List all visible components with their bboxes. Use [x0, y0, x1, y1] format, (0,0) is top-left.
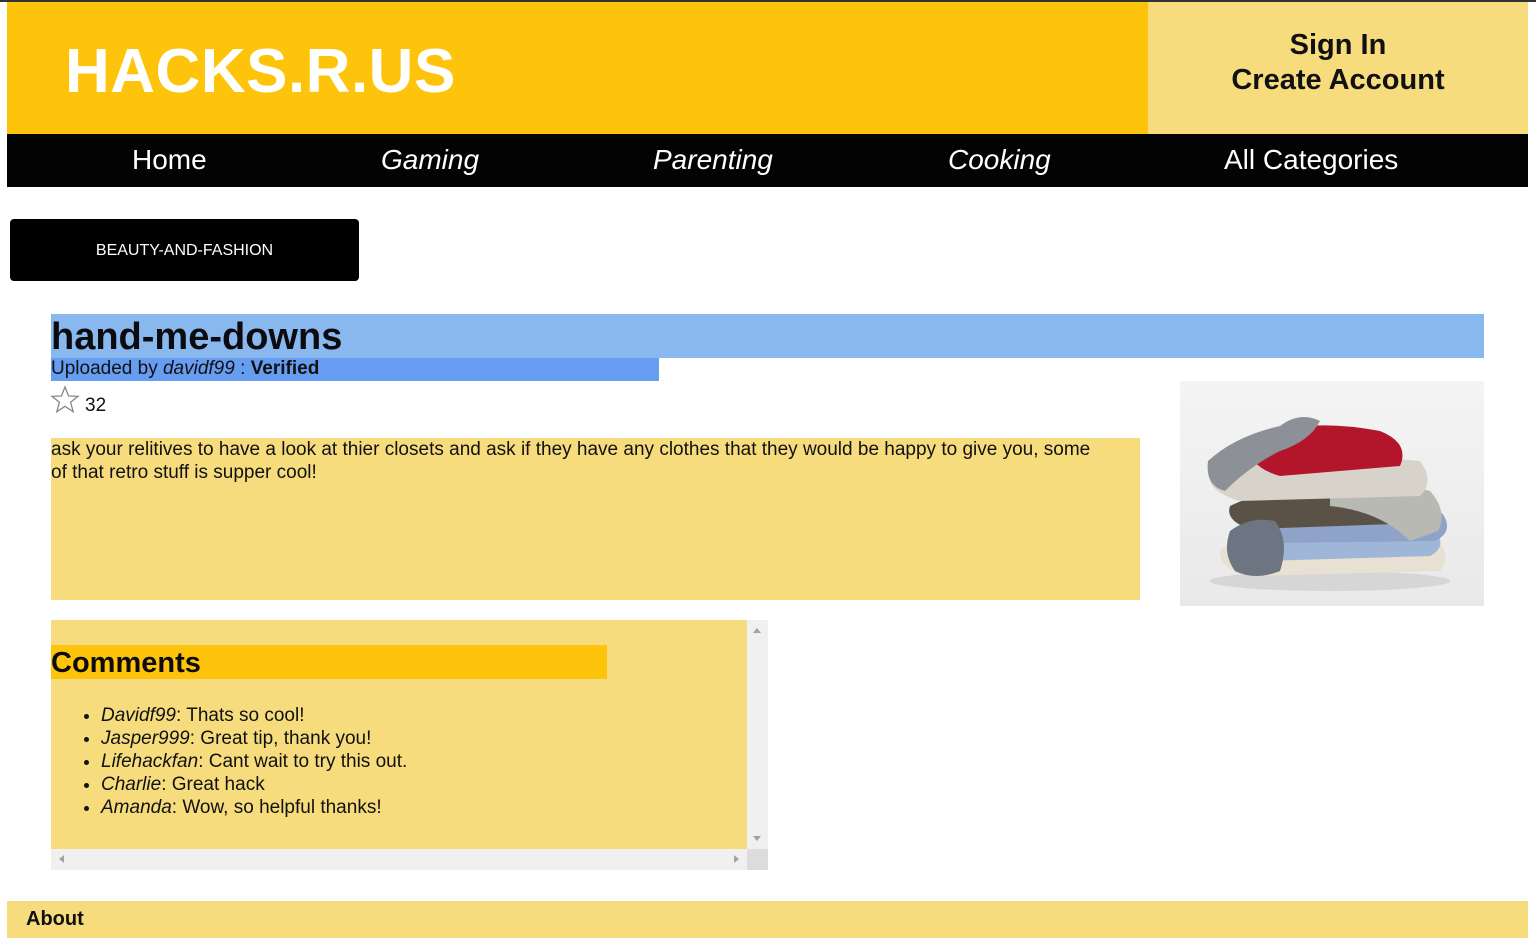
comment-item: Amanda: Wow, so helpful thanks! — [101, 796, 741, 819]
nav-gaming[interactable]: Gaming — [381, 144, 479, 176]
main-nav: Home Gaming Parenting Cooking All Catego… — [7, 134, 1528, 187]
nav-all-categories[interactable]: All Categories — [1224, 144, 1398, 176]
scroll-right-icon[interactable] — [734, 855, 739, 863]
scrollbar-corner — [747, 849, 768, 870]
uploader-separator: : — [234, 358, 251, 379]
comment-item: Charlie: Great hack — [101, 773, 741, 796]
nav-parenting[interactable]: Parenting — [653, 144, 773, 176]
post-title: hand-me-downs — [51, 316, 343, 358]
comment-item: Jasper999: Great tip, thank you! — [101, 727, 741, 750]
comment-text: : Thats so cool! — [176, 705, 305, 726]
site-footer: About — [7, 901, 1528, 938]
about-link[interactable]: About — [26, 908, 84, 931]
comments-heading: Comments — [51, 645, 607, 679]
brand-area: HACKS.R.US — [7, 2, 1148, 134]
nav-cooking[interactable]: Cooking — [948, 144, 1051, 176]
comment-user: Jasper999 — [101, 728, 190, 749]
nav-home[interactable]: Home — [132, 144, 207, 176]
clothes-pile-image — [1207, 417, 1450, 591]
account-area: Sign In Create Account — [1148, 2, 1528, 134]
comment-text: : Cant wait to try this out. — [198, 751, 408, 772]
author-name[interactable]: davidf99 — [163, 358, 235, 379]
post-title-bar: hand-me-downs — [51, 314, 1484, 358]
verified-badge: Verified — [250, 358, 320, 379]
comment-text: : Wow, so helpful thanks! — [171, 797, 382, 818]
rating-count: 32 — [85, 395, 107, 416]
comment-item: Lifehackfan: Cant wait to try this out. — [101, 750, 741, 773]
uploader-info: Uploaded by davidf99 : Verified — [51, 358, 659, 381]
comment-user: Davidf99 — [101, 705, 176, 726]
star-icon[interactable] — [50, 385, 80, 415]
scroll-up-icon[interactable] — [753, 628, 761, 633]
sign-in-link[interactable]: Sign In — [1148, 28, 1528, 63]
create-account-link[interactable]: Create Account — [1148, 63, 1528, 98]
comment-text: : Great hack — [161, 774, 265, 795]
comment-user: Amanda — [101, 797, 172, 818]
clothes-pile-photo — [1180, 381, 1484, 606]
vertical-scrollbar[interactable] — [747, 620, 768, 849]
site-header: HACKS.R.US Sign In Create Account — [7, 2, 1528, 134]
comment-user: Lifehackfan — [101, 751, 199, 772]
comments-list: Davidf99: Thats so cool! Jasper999: Grea… — [101, 704, 741, 819]
comment-text: : Great tip, thank you! — [189, 728, 372, 749]
site-logo[interactable]: HACKS.R.US — [65, 36, 456, 107]
comments-panel[interactable]: Comments Davidf99: Thats so cool! Jasper… — [51, 620, 768, 870]
comment-item: Davidf99: Thats so cool! — [101, 704, 741, 727]
scroll-down-icon[interactable] — [753, 836, 761, 841]
post-description: ask your relitives to have a look at thi… — [51, 438, 1140, 600]
uploaded-by-label: Uploaded by — [51, 358, 158, 379]
horizontal-scrollbar[interactable] — [51, 849, 747, 870]
category-button[interactable]: BEAUTY-AND-FASHION — [10, 219, 359, 281]
scroll-left-icon[interactable] — [59, 855, 64, 863]
comment-user: Charlie — [101, 774, 162, 795]
